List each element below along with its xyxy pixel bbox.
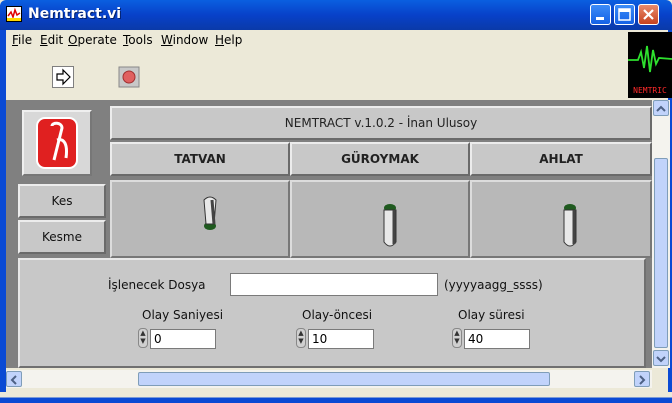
toggle-switch-ahlat-off[interactable] bbox=[550, 196, 590, 256]
menu-window-mnemonic: W bbox=[161, 33, 173, 47]
run-arrow-icon[interactable] bbox=[52, 66, 74, 88]
olay-saniyesi-stepper[interactable]: ▲ ▼ bbox=[138, 328, 148, 348]
scroll-left-arrow-icon[interactable] bbox=[6, 371, 22, 387]
window-frame-bottom bbox=[0, 392, 672, 403]
horizontal-scroll-thumb[interactable] bbox=[138, 372, 550, 386]
menu-edit-rest: dit bbox=[47, 33, 64, 47]
kes-label: Kes bbox=[18, 184, 106, 218]
scroll-up-arrow-icon[interactable] bbox=[653, 100, 669, 116]
stop-icon[interactable] bbox=[118, 66, 140, 88]
station-header-guroymak: GÜROYMAK bbox=[290, 142, 470, 176]
scroll-down-arrow-icon[interactable] bbox=[653, 350, 669, 366]
hacettepe-logo bbox=[22, 110, 92, 176]
toggle-switch-tatvan-on[interactable] bbox=[190, 190, 230, 240]
menu-file-rest: ile bbox=[18, 33, 33, 47]
olay-suresi-input[interactable]: 40 bbox=[464, 329, 530, 349]
switch-cell-guroymak bbox=[290, 180, 470, 258]
olay-saniyesi-label: Olay Saniyesi bbox=[142, 308, 224, 322]
menu-bar: File Edit Operate Tools Window Help bbox=[6, 30, 626, 50]
menu-tools[interactable]: Tools bbox=[123, 33, 153, 47]
menu-window[interactable]: Window bbox=[161, 33, 208, 47]
menu-file[interactable]: File bbox=[12, 33, 32, 47]
file-format-hint: (yyyyaagg_ssss) bbox=[444, 278, 543, 292]
close-button[interactable] bbox=[638, 4, 659, 25]
menu-operate[interactable]: Operate bbox=[68, 33, 117, 47]
file-label: İşlenecek Dosya bbox=[108, 278, 206, 292]
station-header-ahlat: AHLAT bbox=[470, 142, 652, 176]
app-header: NEMTRACT v.1.0.2 - İnan Ulusoy bbox=[110, 106, 652, 140]
menu-window-rest: indow bbox=[172, 33, 209, 47]
file-input[interactable] bbox=[230, 273, 438, 296]
olay-oncesi-label: Olay-öncesi bbox=[302, 308, 373, 322]
menu-edit-mnemonic: E bbox=[40, 33, 48, 47]
minimize-button[interactable] bbox=[590, 4, 611, 25]
switch-cell-tatvan bbox=[110, 180, 290, 258]
vertical-scroll-thumb[interactable] bbox=[654, 158, 668, 348]
olay-suresi-label: Olay süresi bbox=[458, 308, 525, 322]
olay-oncesi-input[interactable]: 10 bbox=[308, 329, 374, 349]
kesme-label: Kesme bbox=[18, 220, 106, 254]
labview-vi-icon[interactable] bbox=[6, 6, 22, 22]
switch-cell-ahlat bbox=[470, 180, 652, 258]
app-window: Nemtract.vi File Edit Operate Tools Wind… bbox=[0, 0, 672, 403]
menu-help-mnemonic: H bbox=[215, 33, 225, 47]
station-header-tatvan: TATVAN bbox=[110, 142, 290, 176]
menu-help-rest: elp bbox=[224, 33, 243, 47]
olay-suresi-stepper[interactable]: ▲ ▼ bbox=[452, 328, 462, 348]
maximize-button[interactable] bbox=[614, 4, 635, 25]
menu-operate-rest: perate bbox=[77, 33, 117, 47]
olay-saniyesi-input[interactable]: 0 bbox=[150, 329, 216, 349]
nemtric-logo-text: NEMTRIC bbox=[633, 86, 667, 95]
toolbar bbox=[6, 50, 626, 100]
menu-edit[interactable]: Edit bbox=[40, 33, 63, 47]
toggle-switch-guroymak-off[interactable] bbox=[370, 196, 410, 256]
scroll-right-arrow-icon[interactable] bbox=[634, 371, 650, 387]
olay-oncesi-stepper[interactable]: ▲ ▼ bbox=[296, 328, 306, 348]
title-bar[interactable]: Nemtract.vi bbox=[0, 0, 672, 30]
menu-tools-rest: ools bbox=[128, 33, 153, 47]
menu-help[interactable]: Help bbox=[215, 33, 242, 47]
window-title: Nemtract.vi bbox=[28, 6, 122, 22]
